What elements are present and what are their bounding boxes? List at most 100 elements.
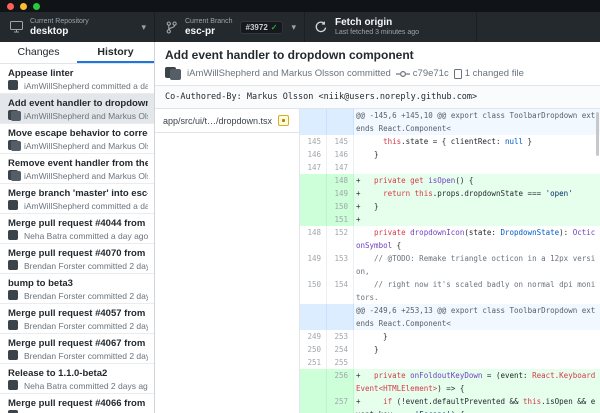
modified-icon bbox=[278, 115, 289, 126]
commit-list-item[interactable]: Remove event handler from the bran… iAmW… bbox=[0, 154, 154, 184]
diff-scrollbar[interactable] bbox=[596, 112, 599, 156]
commit-list-item[interactable]: Merge branch 'master' into esc-pr iAmWil… bbox=[0, 184, 154, 214]
commit-byline: Brendan Forster committed 2 days ago bbox=[24, 261, 148, 271]
diff-gutter-new: 145 bbox=[327, 135, 354, 148]
commit-title: Merge pull request #4070 from desk… bbox=[8, 247, 148, 260]
diff-row: 149 + return this.props.dropdownState ==… bbox=[300, 187, 600, 200]
tab-changes[interactable]: Changes bbox=[0, 42, 77, 63]
diff-row: 147 147 bbox=[300, 161, 600, 174]
diff-gutter-old bbox=[300, 187, 327, 200]
commit-byline: iAmWillShepherd committed a day ago bbox=[24, 201, 148, 211]
diff-gutter-old: 250 bbox=[300, 343, 327, 356]
diff-gutter-new: 149 bbox=[327, 187, 354, 200]
commit-list-item[interactable]: bump to beta3 Brendan Forster committed … bbox=[0, 274, 154, 304]
diff-code-line: + if (!event.defaultPrevented && this.is… bbox=[354, 395, 600, 413]
branch-selector-button[interactable]: Current Branch esc-pr #3972 ✓ ▾ bbox=[155, 12, 305, 42]
avatar bbox=[8, 170, 20, 181]
commit-list-item[interactable]: Add event handler to dropdown com… iAmWi… bbox=[0, 94, 154, 124]
commit-authors: iAmWillShepherd and Markus Olsson commit… bbox=[187, 68, 391, 79]
sync-icon bbox=[313, 21, 329, 33]
diff-row: 251 255 bbox=[300, 356, 600, 369]
diff-code-line: + private get isOpen() { bbox=[354, 174, 600, 187]
diff-gutter-new: 147 bbox=[327, 161, 354, 174]
commit-title: Merge pull request #4057 from desk… bbox=[8, 307, 148, 320]
diff-gutter-new: 255 bbox=[327, 356, 354, 369]
diff-row: 150 + } bbox=[300, 200, 600, 213]
commit-list-item[interactable]: Release to 1.1.0-beta2 Neha Batra commit… bbox=[0, 364, 154, 394]
avatar bbox=[8, 380, 20, 391]
chevron-down-icon: ▾ bbox=[141, 22, 146, 33]
diff-gutter-old: 249 bbox=[300, 330, 327, 343]
sidebar-tabs: Changes History bbox=[0, 42, 154, 64]
tab-history[interactable]: History bbox=[77, 42, 154, 63]
pr-number: #3972 bbox=[246, 23, 268, 32]
diff-row: 256 + private onFoldoutKeyDown = (event:… bbox=[300, 369, 600, 395]
diff-code-line: + return this.props.dropdownState === 'o… bbox=[354, 187, 600, 200]
commit-header: Add event handler to dropdown component … bbox=[155, 42, 600, 86]
toolbar: Current Repository desktop ▾ Current Bra… bbox=[0, 12, 600, 42]
diff-gutter-new: 150 bbox=[327, 200, 354, 213]
fetch-sublabel: Last fetched 3 minutes ago bbox=[335, 28, 419, 37]
repository-name: desktop bbox=[30, 26, 89, 37]
commit-byline: Neha Batra committed a day ago bbox=[24, 231, 148, 241]
diff-gutter-old bbox=[300, 369, 327, 395]
diff-code-line bbox=[354, 161, 600, 174]
commit-summary-title: Add event handler to dropdown component bbox=[165, 48, 590, 63]
commit-title: Release to 1.1.0-beta2 bbox=[8, 367, 148, 380]
commit-list-item[interactable]: Appease linter iAmWillShepherd committed… bbox=[0, 64, 154, 94]
diff-gutter-old bbox=[300, 304, 327, 330]
commit-byline: iAmWillShepherd and Markus Olsson… bbox=[24, 171, 148, 181]
diff-gutter-old: 148 bbox=[300, 226, 327, 252]
commit-byline: Brendan Forster committed 2 days ago bbox=[24, 351, 148, 361]
changed-files-count: 1 changed file bbox=[465, 68, 524, 79]
diff-row: 148 + private get isOpen() { bbox=[300, 174, 600, 187]
diff-gutter-old bbox=[300, 200, 327, 213]
pr-number-badge: #3972 ✓ bbox=[240, 21, 284, 34]
commit-list-item[interactable]: Merge pull request #4067 from desk… Bren… bbox=[0, 334, 154, 364]
minimize-window-button[interactable] bbox=[20, 3, 27, 10]
diff-gutter-new: 257 bbox=[327, 395, 354, 413]
diff-row: @@ -145,6 +145,10 @@ export class Toolba… bbox=[300, 109, 600, 135]
zoom-window-button[interactable] bbox=[33, 3, 40, 10]
commit-byline: Brendan Forster committed 2 days ago bbox=[24, 321, 148, 331]
commit-title: Add event handler to dropdown com… bbox=[8, 97, 148, 110]
commit-list-item[interactable]: Merge pull request #4044 from des… Neha … bbox=[0, 214, 154, 244]
close-window-button[interactable] bbox=[7, 3, 14, 10]
commit-title: bump to beta3 bbox=[8, 277, 148, 290]
diff-code-line: + private onFoldoutKeyDown = (event: Rea… bbox=[354, 369, 600, 395]
diff-code-line: } bbox=[354, 343, 600, 356]
commit-byline: Neha Batra committed 2 days ago bbox=[24, 381, 148, 391]
diff-row: 249 253 } bbox=[300, 330, 600, 343]
diff-gutter-old bbox=[300, 109, 327, 135]
avatar bbox=[8, 350, 20, 361]
diff-gutter-old bbox=[300, 395, 327, 413]
avatar bbox=[8, 290, 20, 301]
avatar bbox=[165, 67, 182, 80]
file-icon bbox=[454, 69, 462, 79]
commit-list-item[interactable]: Merge pull request #4066 from des… bbox=[0, 394, 154, 413]
commit-list-item[interactable]: Merge pull request #4070 from desk… Bren… bbox=[0, 244, 154, 274]
diff-code-line: + } bbox=[354, 200, 600, 213]
diff-viewer[interactable]: @@ -145,6 +145,10 @@ export class Toolba… bbox=[300, 109, 600, 413]
file-item[interactable]: app/src/ui/t…/dropdown.tsx bbox=[155, 109, 299, 133]
diff-gutter-old: 150 bbox=[300, 278, 327, 304]
commit-list[interactable]: Appease linter iAmWillShepherd committed… bbox=[0, 64, 154, 413]
fetch-label: Fetch origin bbox=[335, 17, 419, 28]
commit-list-item[interactable]: Merge pull request #4057 from desk… Bren… bbox=[0, 304, 154, 334]
diff-gutter-new: 154 bbox=[327, 278, 354, 304]
commit-title: Remove event handler from the bran… bbox=[8, 157, 148, 170]
diff-gutter-old: 251 bbox=[300, 356, 327, 369]
changed-files-group: 1 changed file bbox=[454, 68, 524, 79]
commit-title: Merge pull request #4066 from des… bbox=[8, 397, 148, 410]
commit-list-item[interactable]: Move escape behavior to correct co… iAmW… bbox=[0, 124, 154, 154]
titlebar bbox=[0, 0, 600, 12]
commit-title: Merge branch 'master' into esc-pr bbox=[8, 187, 148, 200]
diff-code-line: + bbox=[354, 213, 600, 226]
avatar bbox=[8, 260, 20, 271]
chevron-down-icon: ▾ bbox=[291, 22, 296, 33]
commit-title: Merge pull request #4044 from des… bbox=[8, 217, 148, 230]
repository-selector-button[interactable]: Current Repository desktop ▾ bbox=[0, 12, 155, 42]
diff-gutter-new: 256 bbox=[327, 369, 354, 395]
avatar bbox=[8, 80, 20, 91]
fetch-origin-button[interactable]: Fetch origin Last fetched 3 minutes ago bbox=[305, 12, 477, 42]
